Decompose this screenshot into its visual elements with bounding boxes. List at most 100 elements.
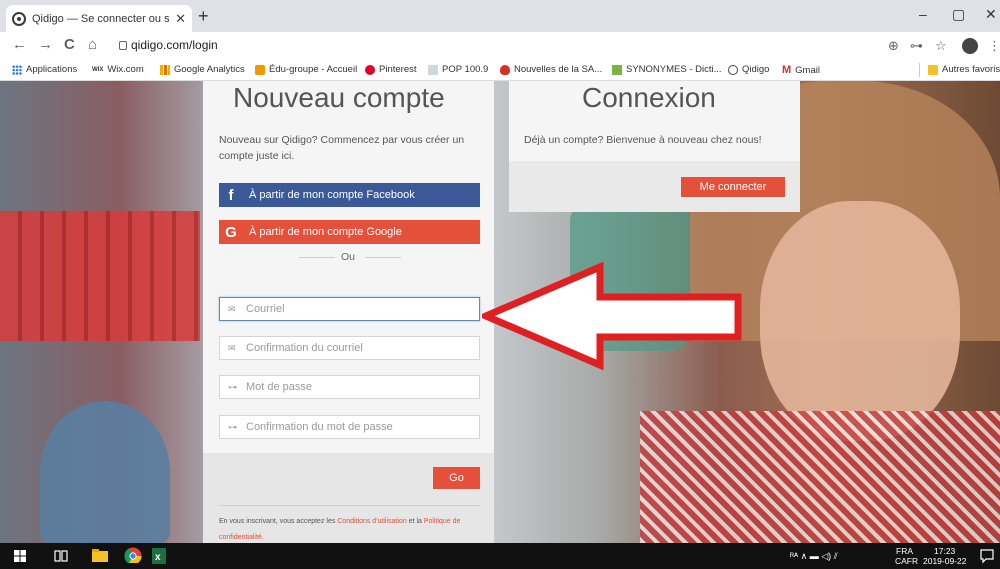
login-intro: Déjà un compte? Bienvenue à nouveau chez…: [524, 134, 762, 146]
google-signup-button[interactable]: G À partir de mon compte Google: [219, 220, 480, 244]
bookmark-gmail[interactable]: M Gmail: [782, 64, 820, 76]
email-confirm-field[interactable]: ✉: [219, 336, 480, 360]
email-input[interactable]: [246, 303, 466, 315]
bookmark-other-favorites[interactable]: Autres favoris: [928, 64, 1000, 75]
bookmarks-bar: Applications WIX Wix.com Google Analytic…: [0, 60, 1000, 81]
login-button[interactable]: Me connecter: [681, 177, 785, 197]
bookmark-star-icon[interactable]: ☆: [935, 38, 947, 54]
bookmark-label: Qidigo: [742, 64, 770, 75]
signup-panel: Nouveau compte Nouveau sur Qidigo? Comme…: [203, 81, 494, 543]
go-button[interactable]: Go: [433, 467, 480, 489]
or-divider-right: [365, 257, 401, 258]
facebook-icon: f: [228, 186, 234, 204]
email-field[interactable]: ✉: [219, 297, 480, 321]
folder-icon: [928, 64, 938, 75]
background-photo-dress: [640, 411, 1000, 543]
chrome-icon[interactable]: [124, 547, 142, 563]
key-icon: ⊶: [228, 421, 237, 432]
clock-date[interactable]: 2019-09-22: [923, 557, 966, 566]
gmail-icon: M: [782, 64, 792, 76]
back-button[interactable]: ←: [12, 36, 27, 53]
browser-tab-strip: Qidigo — Se connecter ou s'insc ✕ + – ▢ …: [0, 0, 1000, 32]
browser-toolbar: ← → C ⌂ qidigo.com/login ⊕ ⊶ ☆ ⋮: [0, 32, 1000, 60]
maximize-button[interactable]: ▢: [952, 6, 965, 23]
lock-icon: [119, 41, 127, 50]
new-tab-button[interactable]: +: [198, 6, 209, 27]
footer-separator: [219, 505, 480, 506]
locale-indicator[interactable]: CAFR: [895, 557, 918, 566]
bookmark-synonymes[interactable]: SYNONYMES - Dicti...: [612, 64, 722, 75]
password-confirm-input[interactable]: [246, 421, 466, 433]
wix-icon: WIX: [92, 66, 104, 73]
forward-button[interactable]: →: [38, 36, 53, 53]
or-divider-left: [299, 257, 335, 258]
reload-button[interactable]: C: [64, 36, 75, 53]
page-content: Nouveau compte Nouveau sur Qidigo? Comme…: [0, 81, 1000, 543]
email-icon: ✉: [228, 342, 236, 353]
bookmark-google-analytics[interactable]: Google Analytics: [160, 64, 245, 75]
bookmark-label: Nouvelles de la SA...: [514, 64, 603, 75]
system-tray-icons[interactable]: ᴿᴬ ∧ ▬ ◁) ⫽: [790, 552, 838, 561]
bookmark-qidigo[interactable]: Qidigo: [728, 64, 769, 75]
minimize-button[interactable]: –: [919, 6, 927, 22]
email-icon: ✉: [228, 303, 236, 314]
tab-title: Qidigo — Se connecter ou s'insc: [32, 12, 170, 25]
bookmark-label: POP 100.9: [442, 64, 489, 75]
language-indicator[interactable]: FRA: [896, 547, 913, 556]
bookmark-divider: [919, 63, 920, 77]
facebook-signup-button[interactable]: f À partir de mon compte Facebook: [219, 183, 480, 207]
background-photo-face: [760, 201, 960, 441]
task-view-icon[interactable]: [54, 550, 68, 566]
password-input[interactable]: [246, 381, 466, 393]
tab-close-icon[interactable]: ✕: [175, 11, 186, 27]
clock-time[interactable]: 17:23: [934, 547, 955, 556]
facebook-signup-label: À partir de mon compte Facebook: [249, 189, 415, 201]
windows-taskbar: x ᴿᴬ ∧ ▬ ◁) ⫽ FRA CAFR 17:23 2019-09-22: [0, 543, 1000, 569]
profile-avatar[interactable]: [962, 38, 978, 54]
menu-icon[interactable]: ⋮: [988, 38, 1000, 54]
bookmark-pinterest[interactable]: Pinterest: [365, 64, 417, 75]
close-window-button[interactable]: ✕: [985, 6, 997, 23]
excel-icon[interactable]: x: [152, 548, 166, 564]
bookmark-label: Gmail: [795, 64, 820, 76]
bookmark-label: Autres favoris: [942, 64, 1000, 75]
google-signup-label: À partir de mon compte Google: [249, 226, 402, 238]
edu-groupe-icon: [255, 64, 265, 75]
login-panel: Connexion Déjà un compte? Bienvenue à no…: [509, 81, 800, 212]
legal-text: .: [261, 534, 264, 541]
legal-text: En vous inscrivant, vous acceptez les: [219, 518, 338, 525]
home-button[interactable]: ⌂: [88, 36, 97, 53]
email-confirm-input[interactable]: [246, 342, 466, 354]
bookmark-label: Wix.com: [107, 64, 144, 75]
notification-icon[interactable]: [980, 549, 994, 565]
analytics-icon: [160, 64, 170, 75]
browser-tab[interactable]: Qidigo — Se connecter ou s'insc ✕: [6, 5, 192, 32]
password-field[interactable]: ⊶: [219, 375, 480, 399]
bookmark-label: SYNONYMES - Dicti...: [626, 64, 722, 75]
nouvelles-icon: [500, 64, 510, 75]
apps-grid-icon: [12, 64, 22, 75]
key-icon[interactable]: ⊶: [910, 38, 923, 54]
file-explorer-icon[interactable]: [92, 549, 108, 565]
bookmark-nouvelles[interactable]: Nouvelles de la SA...: [500, 64, 602, 75]
bookmark-edu-groupe[interactable]: Édu-groupe - Accueil: [255, 64, 357, 75]
qidigo-favicon-icon: [12, 11, 26, 26]
bookmark-pop-100-9[interactable]: POP 100.9: [428, 64, 488, 75]
svg-text:x: x: [155, 552, 161, 563]
bookmark-applications[interactable]: Applications: [12, 64, 77, 75]
location-icon[interactable]: ⊕: [888, 38, 899, 54]
address-bar[interactable]: qidigo.com/login: [131, 38, 218, 52]
terms-link[interactable]: Conditions d'utilisation: [337, 518, 406, 525]
signup-title: Nouveau compte: [233, 82, 445, 113]
key-icon: ⊶: [228, 381, 237, 392]
bookmark-label: Pinterest: [379, 64, 417, 75]
pop-icon: [428, 64, 438, 75]
pinterest-icon: [365, 64, 375, 75]
or-divider-text: Ou: [341, 251, 356, 263]
password-confirm-field[interactable]: ⊶: [219, 415, 480, 439]
annotation-arrow-icon: [482, 261, 742, 371]
background-photo-basket: [0, 211, 200, 341]
windows-start-icon[interactable]: [14, 550, 26, 566]
bookmark-label: Édu-groupe - Accueil: [269, 64, 358, 75]
bookmark-wix[interactable]: WIX Wix.com: [92, 64, 144, 75]
